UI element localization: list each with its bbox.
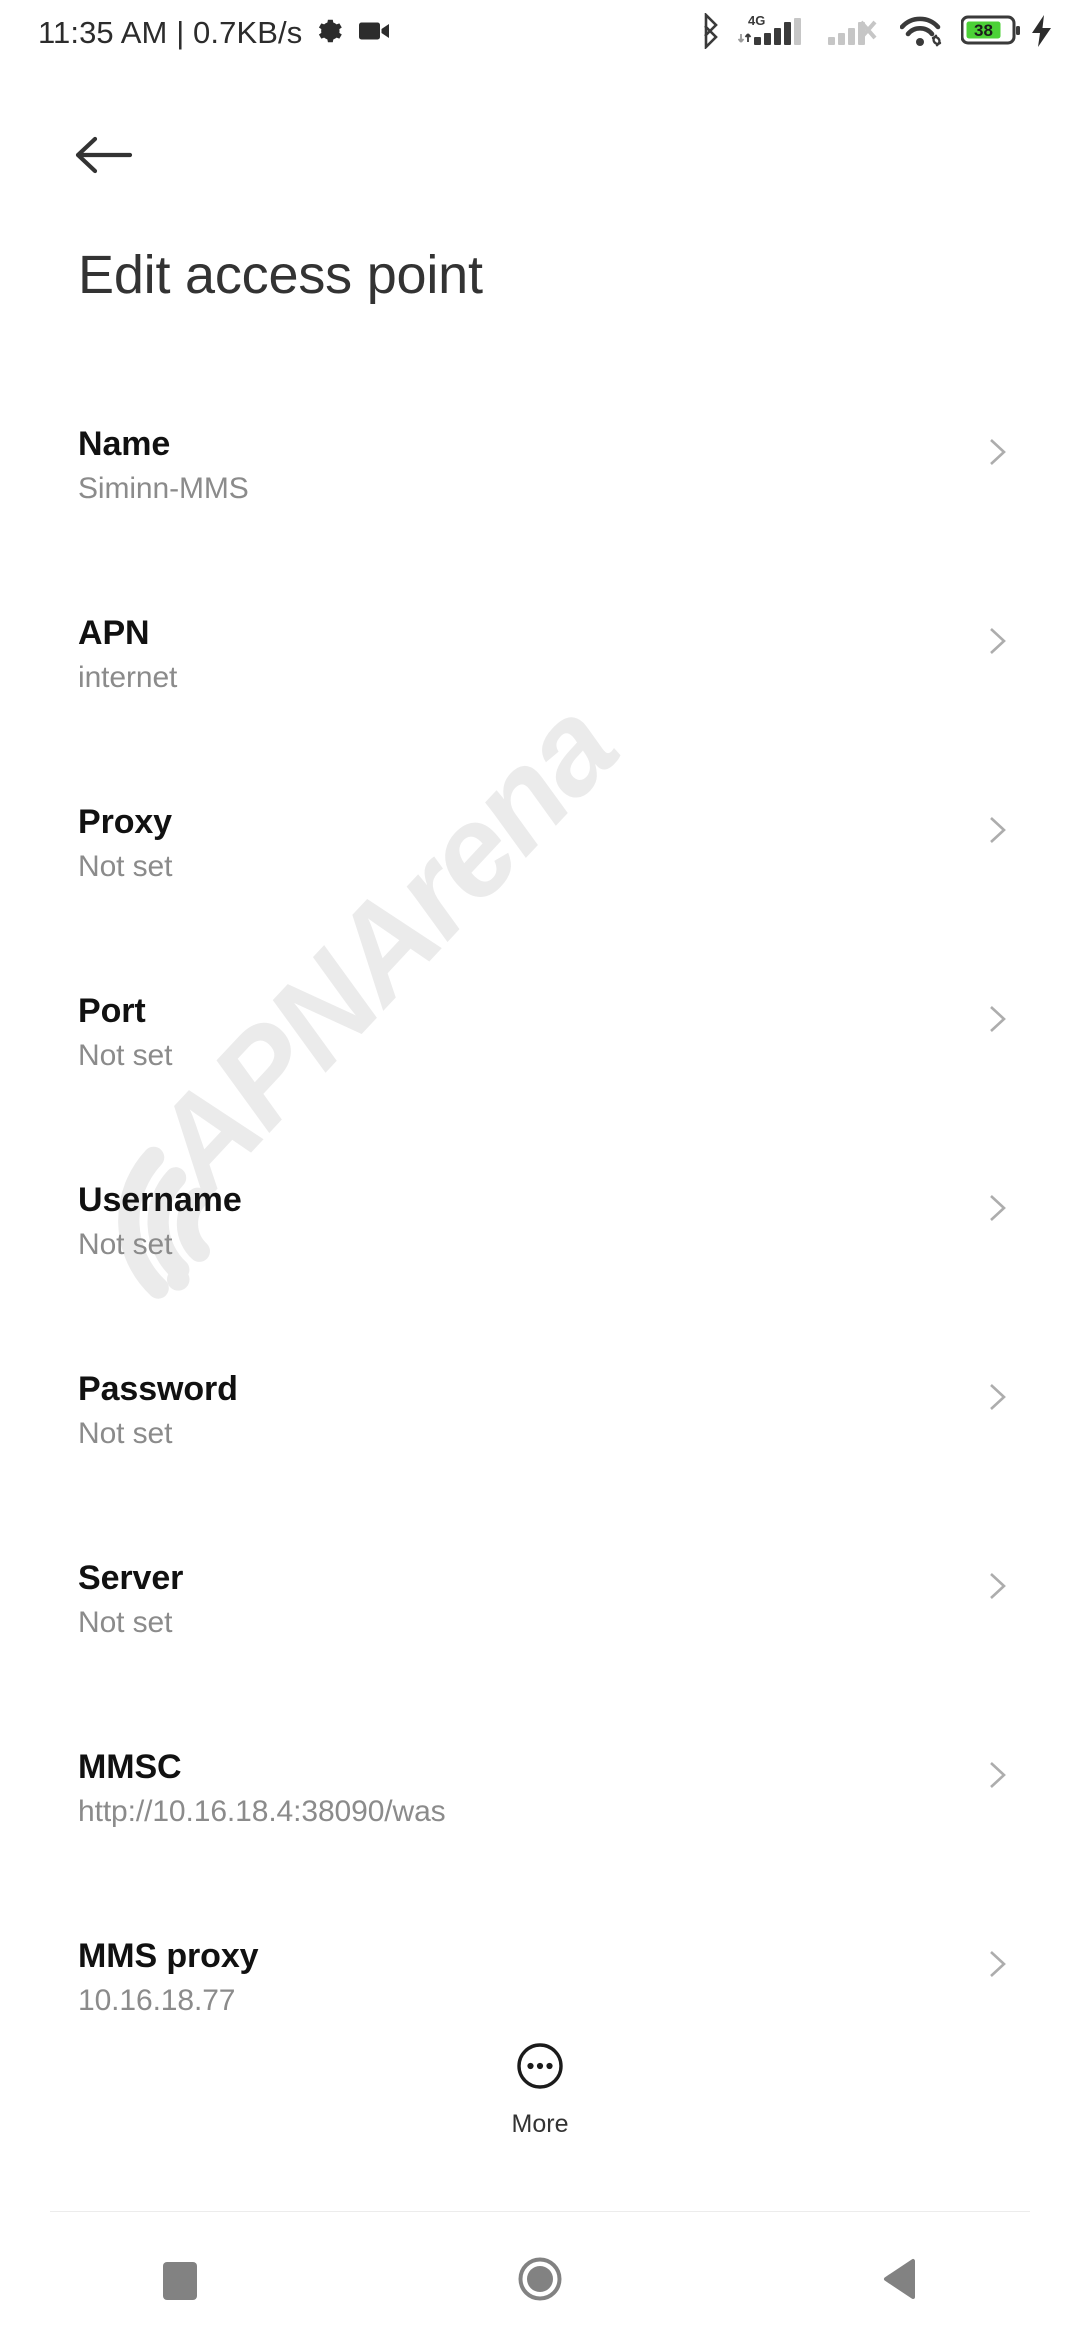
circle-icon (516, 2255, 564, 2308)
charging-bolt-icon (1030, 14, 1054, 53)
nav-back-button[interactable] (720, 2222, 1080, 2340)
more-button[interactable]: More (0, 2040, 1080, 2139)
page-title: Edit access point (78, 245, 483, 305)
status-bar: 11:35 AM | 0.7KB/s 4G 38 (0, 0, 1080, 66)
setting-row-server[interactable]: Server Not set (0, 1532, 1080, 1721)
status-bar-left: 11:35 AM | 0.7KB/s (38, 15, 391, 51)
setting-summary: Not set (78, 1417, 173, 1451)
nav-recents-button[interactable] (0, 2222, 360, 2340)
video-camera-icon (359, 20, 391, 47)
svg-text:4G: 4G (748, 13, 765, 28)
setting-summary: Not set (78, 1606, 173, 1640)
setting-title: Port (78, 992, 146, 1030)
chevron-right-icon (979, 1379, 1015, 1415)
bottom-divider (50, 2211, 1030, 2212)
setting-summary: http://10.16.18.4:38090/was (78, 1795, 446, 1829)
access-point-settings-list: Name Siminn-MMS APN internet Proxy Not s… (0, 398, 1080, 2099)
setting-title: Server (78, 1559, 184, 1597)
back-button[interactable] (48, 110, 158, 200)
chevron-right-icon (979, 623, 1015, 659)
more-label: More (511, 2110, 569, 2138)
mobile-signal-4g-icon: 4G (737, 12, 816, 55)
chevron-right-icon (979, 1757, 1015, 1793)
setting-summary: Not set (78, 1228, 173, 1262)
chevron-right-icon (979, 1001, 1015, 1037)
more-circle-icon (514, 2040, 566, 2097)
setting-summary: internet (78, 661, 178, 695)
setting-summary: Siminn-MMS (78, 472, 249, 506)
setting-row-mmsc[interactable]: MMSC http://10.16.18.4:38090/was (0, 1721, 1080, 1910)
chevron-right-icon (979, 434, 1015, 470)
arrow-left-icon (75, 136, 133, 174)
chevron-right-icon (979, 1190, 1015, 1226)
setting-title: Username (78, 1181, 242, 1219)
battery-icon: 38 (960, 14, 1023, 52)
square-icon (163, 2262, 197, 2300)
setting-title: Proxy (78, 803, 172, 841)
chevron-right-icon (979, 1568, 1015, 1604)
gear-icon (315, 16, 345, 51)
bluetooth-icon (698, 11, 723, 54)
setting-row-password[interactable]: Password Not set (0, 1343, 1080, 1532)
nav-home-button[interactable] (360, 2222, 720, 2340)
setting-title: MMSC (78, 1748, 182, 1786)
setting-summary: Not set (78, 1039, 173, 1073)
chevron-right-icon (979, 812, 1015, 848)
chevron-right-icon (979, 1946, 1015, 1982)
setting-title: Password (78, 1370, 238, 1408)
setting-summary: Not set (78, 850, 173, 884)
setting-row-port[interactable]: Port Not set (0, 965, 1080, 1154)
setting-title: APN (78, 614, 150, 652)
triangle-left-icon (882, 2258, 918, 2305)
mobile-signal-no-service-icon (826, 12, 886, 55)
setting-row-apn[interactable]: APN internet (0, 587, 1080, 776)
battery-level-text: 38 (974, 21, 993, 40)
setting-row-username[interactable]: Username Not set (0, 1154, 1080, 1343)
setting-row-name[interactable]: Name Siminn-MMS (0, 398, 1080, 587)
setting-title: Name (78, 425, 171, 463)
status-bar-clock: 11:35 AM | 0.7KB/s (38, 15, 303, 50)
setting-title: MMS proxy (78, 1937, 259, 1975)
setting-row-proxy[interactable]: Proxy Not set (0, 776, 1080, 965)
setting-summary: 10.16.18.77 (78, 1984, 236, 2018)
system-navigation-bar (0, 2222, 1080, 2340)
status-bar-right: 4G 38 (698, 11, 1054, 55)
wifi-icon (899, 12, 948, 55)
